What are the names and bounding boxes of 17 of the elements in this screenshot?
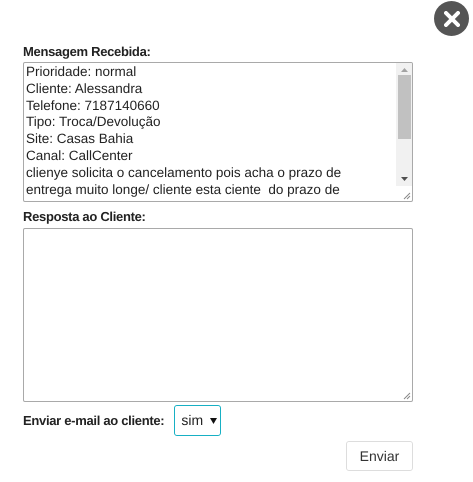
message-text: Prioridade: normal Cliente: Alessandra Telefone: 7187140660 Tipo: Troca/Devolução Site: Casas Bahia Canal: CallCenter clienye solicita o cancelamento pois acha o prazo de entrega muito longe/ cliente esta ciente do prazo de (26, 64, 342, 198)
scrollbar-thumb[interactable] (398, 75, 410, 139)
send-button[interactable]: Enviar (346, 441, 413, 471)
reply-field[interactable] (23, 228, 413, 402)
caret-icon (210, 418, 218, 424)
resize-handle-icon[interactable] (401, 390, 411, 400)
scrollbar[interactable] (396, 63, 412, 186)
field-label: Resposta ao Cliente: (23, 208, 147, 226)
scroll-up-icon[interactable] (400, 68, 408, 72)
resize-handle-icon[interactable] (401, 190, 411, 200)
field-label: Enviar e-mail ao cliente: (23, 412, 164, 430)
close-icon (444, 10, 460, 26)
close-button[interactable] (434, 1, 469, 36)
field-label: Mensagem Recebida: (23, 43, 152, 61)
scroll-down-icon[interactable] (400, 177, 408, 181)
email-select[interactable]: sim (174, 405, 222, 436)
message-field[interactable] (23, 62, 413, 202)
